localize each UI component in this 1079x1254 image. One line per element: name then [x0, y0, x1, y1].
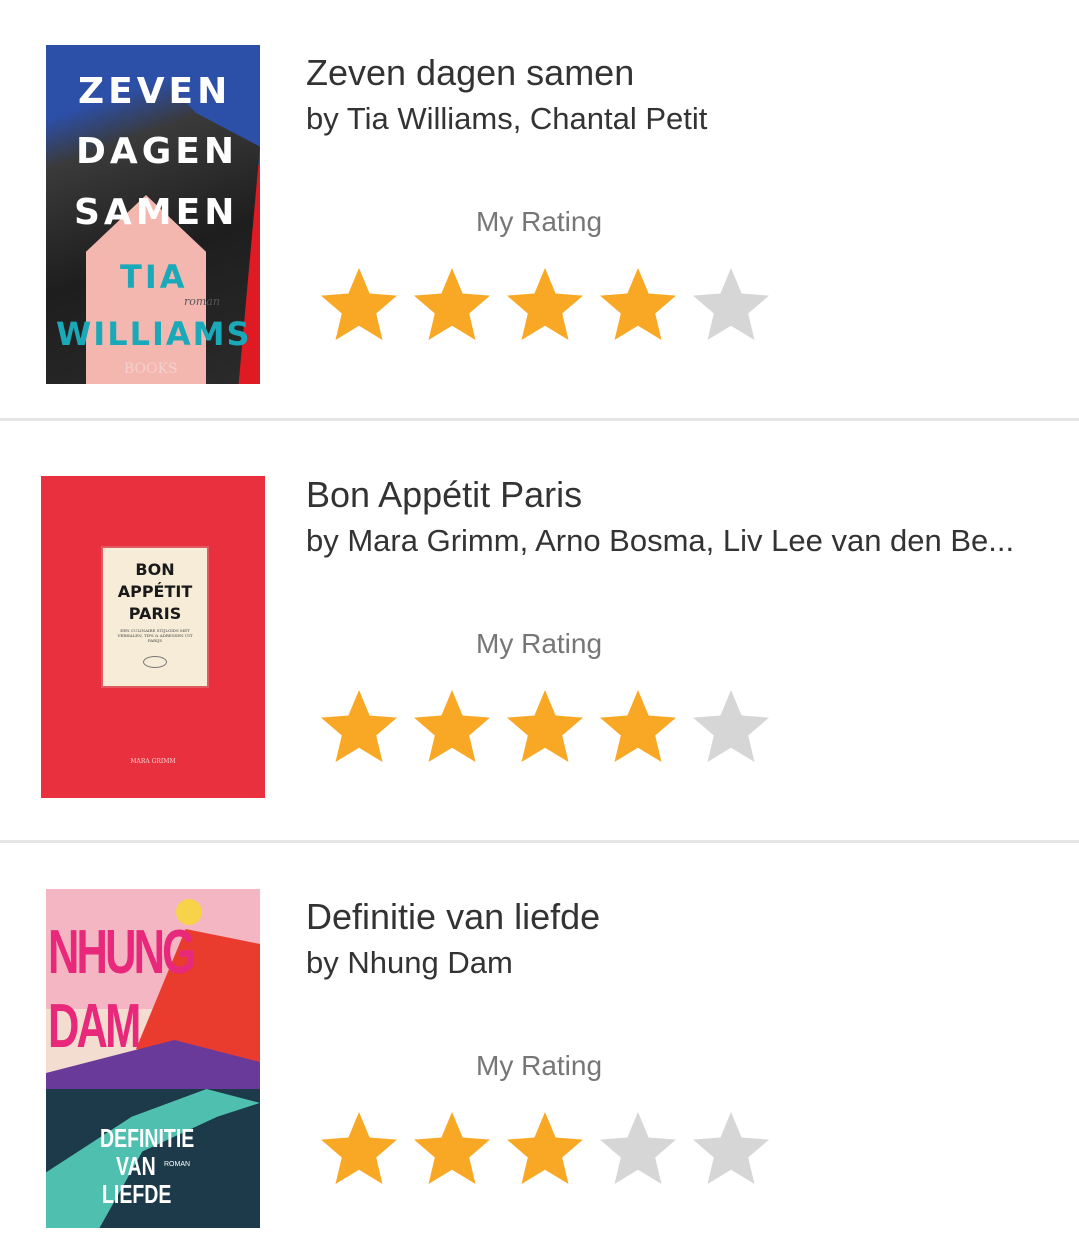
book-item[interactable]: NHUNG DAM DEFINITIE VAN ROMAN LIEFDE Def… [0, 843, 1079, 1254]
cover-author: NHUNG [48, 918, 196, 987]
cover-publisher: BOOKS [124, 361, 178, 377]
cover-title-line: DAGEN [76, 131, 239, 172]
cover-small-text: roman [184, 295, 220, 308]
my-rating-label: My Rating [476, 628, 603, 659]
book-title[interactable]: Bon Appétit Paris [306, 474, 582, 516]
book-item[interactable]: BON APPÉTIT PARIS EEN CULINAIRE STIJLGID… [0, 421, 1079, 841]
star-filled-icon[interactable] [498, 264, 591, 344]
cover-title-line: ZEVEN [78, 71, 232, 112]
book-author[interactable]: by Tia Williams, Chantal Petit [306, 101, 1046, 137]
star-filled-icon[interactable] [405, 264, 498, 344]
star-rating[interactable] [312, 686, 777, 766]
book-list: ZEVEN DAGEN SAMEN TIA roman WILLIAMS BOO… [0, 0, 1079, 1254]
star-empty-icon[interactable] [591, 1108, 684, 1188]
cover-title-line: DEFINITIE [100, 1123, 195, 1153]
cover-author: MARA GRIMM [130, 758, 176, 765]
star-filled-icon[interactable] [405, 686, 498, 766]
cover-author: DAM [48, 992, 141, 1061]
cover-title-line: BON [135, 560, 175, 579]
book-title[interactable]: Zeven dagen samen [306, 52, 634, 94]
book-item[interactable]: ZEVEN DAGEN SAMEN TIA roman WILLIAMS BOO… [0, 0, 1079, 420]
my-rating-label: My Rating [476, 1050, 603, 1081]
star-filled-icon[interactable] [312, 1108, 405, 1188]
book-author[interactable]: by Mara Grimm, Arno Bosma, Liv Lee van d… [306, 523, 1046, 559]
star-filled-icon[interactable] [591, 264, 684, 344]
star-filled-icon[interactable] [312, 264, 405, 344]
star-rating[interactable] [312, 264, 777, 344]
book-cover[interactable]: BON APPÉTIT PARIS EEN CULINAIRE STIJLGID… [41, 476, 265, 798]
star-empty-icon[interactable] [684, 686, 777, 766]
cover-title-line: SAMEN [74, 192, 239, 233]
star-filled-icon[interactable] [498, 686, 591, 766]
cover-author: WILLIAMS [56, 315, 252, 353]
cover-title-line: PARIS [128, 604, 182, 623]
cover-subtitle: EEN CULINAIRE STIJLGIDS MET VERHALEN, TI… [117, 628, 193, 643]
book-cover[interactable]: ZEVEN DAGEN SAMEN TIA roman WILLIAMS BOO… [46, 45, 260, 384]
cover-illustration-icon [143, 656, 167, 668]
star-filled-icon[interactable] [591, 686, 684, 766]
book-title[interactable]: Definitie van liefde [306, 896, 600, 938]
star-rating[interactable] [312, 1108, 777, 1188]
book-cover[interactable]: NHUNG DAM DEFINITIE VAN ROMAN LIEFDE [46, 889, 260, 1228]
cover-small-text: ROMAN [164, 1161, 191, 1168]
star-empty-icon[interactable] [684, 1108, 777, 1188]
cover-author: TIA [120, 258, 188, 296]
star-filled-icon[interactable] [312, 686, 405, 766]
cover-title-line: LIEFDE [102, 1179, 172, 1209]
star-filled-icon[interactable] [405, 1108, 498, 1188]
cover-title-line: VAN [116, 1151, 156, 1181]
book-author[interactable]: by Nhung Dam [306, 945, 1046, 981]
cover-title-line: APPÉTIT [117, 582, 193, 601]
star-empty-icon[interactable] [684, 264, 777, 344]
my-rating-label: My Rating [476, 206, 603, 237]
star-filled-icon[interactable] [498, 1108, 591, 1188]
